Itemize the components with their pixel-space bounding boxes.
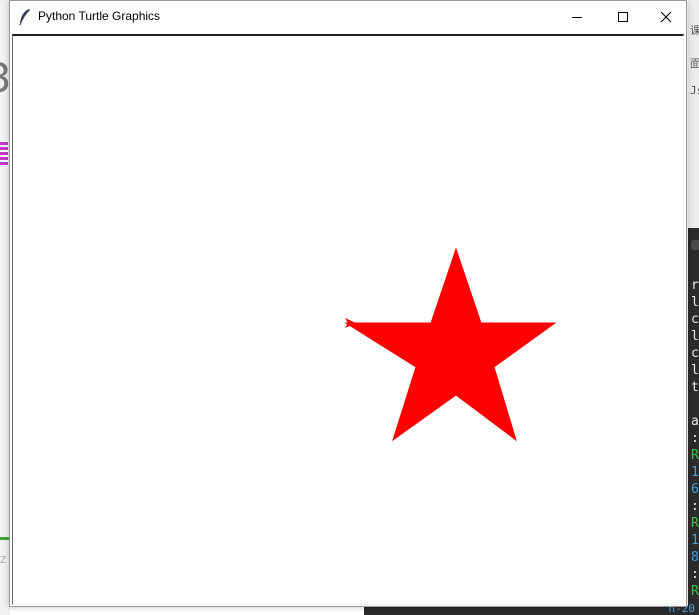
feather-icon: [19, 9, 30, 25]
minimize-button[interactable]: [554, 1, 600, 32]
background-terminal-line: R: [691, 584, 699, 599]
background-terminal-line: l: [691, 295, 699, 310]
background-terminal-line: 6: [691, 482, 699, 497]
background-terminal-line: c: [691, 346, 699, 361]
background-terminal-line: R: [691, 516, 699, 531]
background-terminal-line: t: [691, 380, 699, 395]
red-star-shape: [344, 247, 557, 442]
background-terminal-line: :: [691, 567, 699, 582]
maximize-button[interactable]: [600, 1, 646, 32]
window-title: Python Turtle Graphics: [38, 9, 161, 23]
background-terminal-line: l: [691, 329, 699, 344]
background-icon-fragment: [0, 142, 8, 166]
background-text-fragment: Js: [690, 84, 699, 97]
title-bar[interactable]: Python Turtle Graphics: [10, 1, 686, 32]
background-terminal-line: 8: [691, 550, 699, 565]
background-terminal-line: 1: [691, 465, 699, 480]
background-terminal-line: a: [691, 414, 699, 429]
maximize-icon: [618, 11, 628, 22]
background-terminal-line: :: [691, 499, 699, 514]
background-taskbar-strip: n-20: [364, 602, 699, 615]
background-terminal-line: c: [691, 312, 699, 327]
background-terminal: rlclclta:R16:R18:R: [688, 228, 699, 615]
background-text-fragment: 面: [690, 57, 699, 70]
background-window-right-top: 课 面 Js: [688, 0, 699, 228]
close-icon: [660, 11, 672, 22]
background-text-fragment: 课: [690, 24, 699, 37]
background-terminal-line: :: [691, 431, 699, 446]
background-terminal-tab: [691, 240, 699, 250]
turtle-canvas-frame: [12, 34, 684, 605]
close-button[interactable]: [646, 1, 686, 32]
background-terminal-line: r: [691, 278, 699, 293]
background-faint-text: z: [0, 552, 7, 566]
turtle-window: Python Turtle Graphics: [9, 0, 687, 607]
background-terminal-line: 1: [691, 533, 699, 548]
background-terminal-line: R: [691, 448, 699, 463]
turtle-canvas[interactable]: [13, 36, 683, 604]
minimize-icon: [572, 16, 582, 18]
background-terminal-line: l: [691, 363, 699, 378]
